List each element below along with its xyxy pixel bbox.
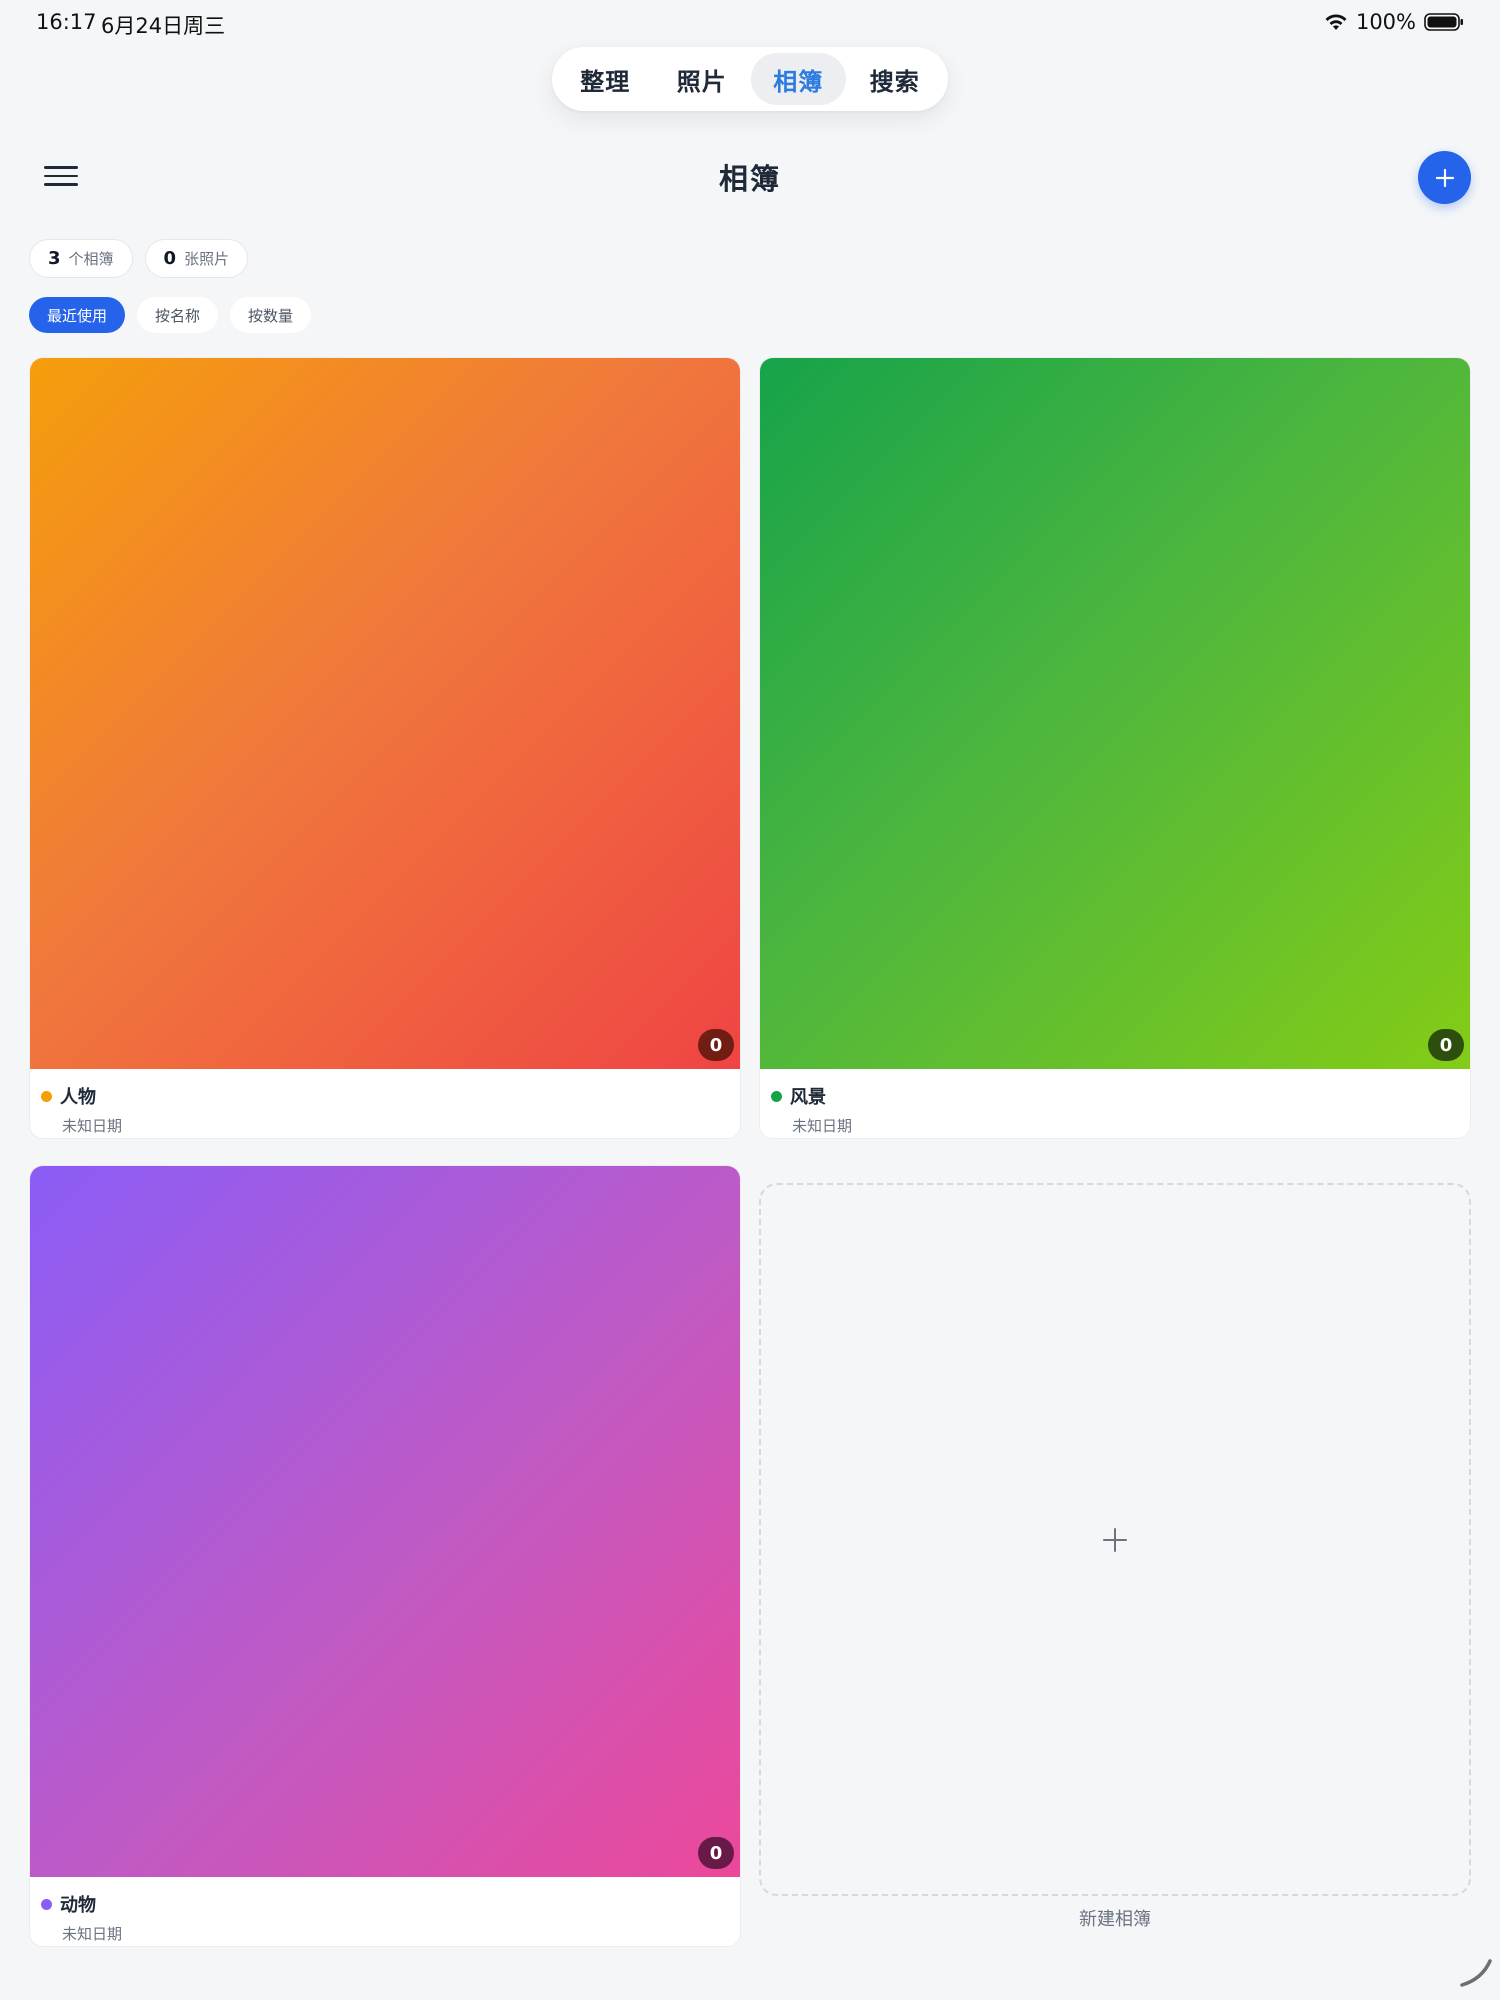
- albums-page: 16:17 6月24日周三 100% 整理 照片 相簿 搜索 相簿 3 个相簿 …: [0, 0, 1500, 2000]
- album-cover: 0: [30, 358, 740, 1069]
- album-date: 未知日期: [62, 1925, 123, 1943]
- photo-count-badge: 0: [698, 1837, 734, 1869]
- add-album-button[interactable]: [1418, 151, 1471, 204]
- battery-icon: [1424, 13, 1463, 31]
- album-info: 人物 未知日期: [30, 1069, 740, 1138]
- photo-count-label: 张照片: [184, 250, 230, 268]
- status-bar: 16:17 6月24日周三 100%: [0, 0, 1500, 46]
- sort-by-count-button[interactable]: 按数量: [230, 297, 312, 333]
- album-card-people[interactable]: 0 人物 未知日期: [29, 357, 741, 1139]
- new-album-label[interactable]: 新建相簿: [759, 1905, 1471, 1931]
- album-color-dot: [41, 1090, 52, 1102]
- stats-row: 3 个相簿 0 张照片: [29, 239, 249, 278]
- status-indicators: 100%: [1324, 10, 1464, 34]
- album-count-value: 3: [48, 248, 61, 269]
- album-name: 风景: [790, 1087, 826, 1108]
- album-name: 人物: [60, 1087, 96, 1108]
- photo-count-badge: 0: [1428, 1029, 1464, 1061]
- album-card-animals[interactable]: 0 动物 未知日期: [29, 1165, 741, 1947]
- album-name: 动物: [60, 1895, 96, 1916]
- album-color-dot: [771, 1090, 782, 1102]
- wifi-icon: [1325, 14, 1347, 30]
- sort-options: 最近使用 按名称 按数量: [29, 297, 312, 333]
- album-cover: 0: [30, 1166, 740, 1877]
- photo-count-value: 0: [163, 248, 177, 269]
- page-title: 相簿: [718, 162, 781, 196]
- status-date: 6月24日周三: [101, 14, 226, 38]
- tab-albums[interactable]: 相簿: [751, 53, 846, 105]
- plus-icon: [1103, 1527, 1127, 1552]
- album-info: 动物 未知日期: [30, 1877, 740, 1946]
- album-cover: 0: [760, 358, 1470, 1069]
- battery-percentage: 100%: [1355, 10, 1416, 34]
- photo-count-chip: 0 张照片: [144, 239, 249, 278]
- album-date: 未知日期: [792, 1117, 853, 1135]
- photo-count-badge: 0: [698, 1029, 734, 1061]
- status-time: 16:17: [36, 10, 97, 34]
- new-album-placeholder[interactable]: [759, 1183, 1471, 1896]
- album-count-label: 个相簿: [68, 250, 114, 268]
- top-segmented-nav: 整理 照片 相簿 搜索: [552, 47, 948, 111]
- tab-organize[interactable]: 整理: [558, 53, 653, 105]
- resize-corner-icon[interactable]: [1460, 1955, 1494, 1989]
- plus-icon: [1435, 168, 1454, 187]
- album-date: 未知日期: [62, 1117, 123, 1135]
- album-card-scenery[interactable]: 0 风景 未知日期: [759, 357, 1471, 1139]
- album-color-dot: [41, 1898, 52, 1910]
- sort-by-name-button[interactable]: 按名称: [137, 297, 219, 333]
- sort-recent-button[interactable]: 最近使用: [29, 297, 126, 333]
- tab-photos[interactable]: 照片: [655, 53, 750, 105]
- album-info: 风景 未知日期: [760, 1069, 1470, 1138]
- album-count-chip: 3 个相簿: [29, 239, 133, 278]
- tab-search[interactable]: 搜索: [848, 53, 943, 105]
